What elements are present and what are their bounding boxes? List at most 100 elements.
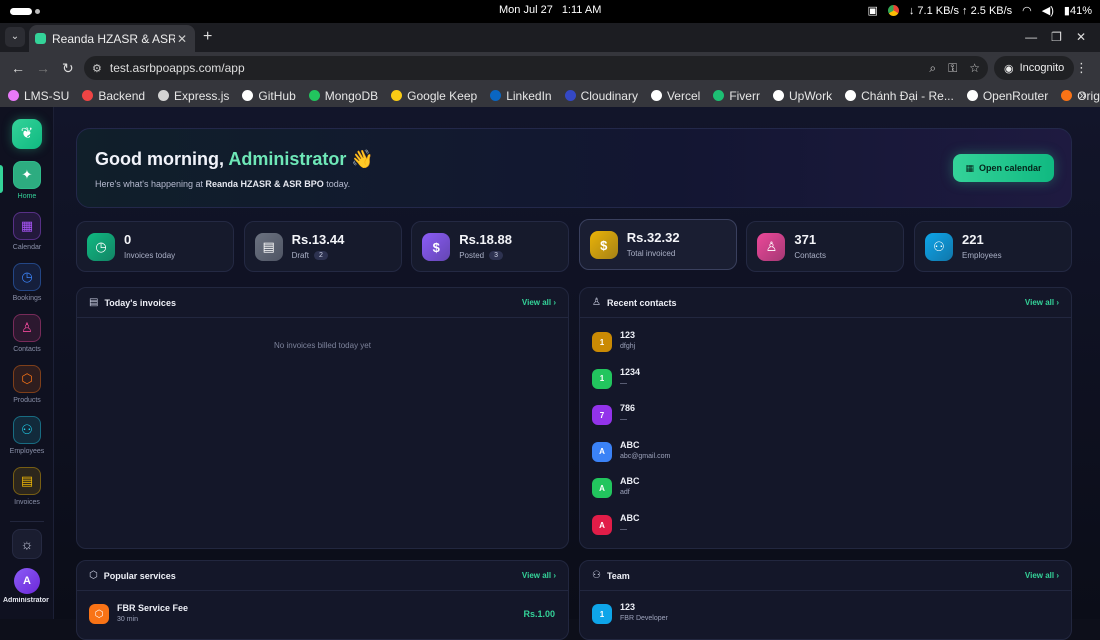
forward-arrow-icon[interactable]: → <box>36 60 50 76</box>
network-speed: ↓ 7.1 KB/s ↑ 2.5 KB/s <box>908 4 1013 17</box>
card-title: Today's invoices <box>104 297 176 308</box>
chrome-icon[interactable] <box>887 5 899 16</box>
incognito-badge[interactable]: ◉ Incognito <box>994 56 1075 80</box>
stat-card[interactable]: $ Rs.32.32 Total invoiced <box>578 219 737 270</box>
greeting-banner: Good morning, Administrator 👋 Here's wha… <box>76 128 1072 208</box>
stat-value: 221 <box>962 232 984 247</box>
list-item[interactable]: A ABC adf <box>592 476 1052 506</box>
bookmark-item[interactable]: Chánh Đại - Re... <box>845 89 954 103</box>
os-date: Mon Jul 27 <box>499 4 553 16</box>
os-time: 1:11 AM <box>561 4 602 16</box>
bookmark-favicon-icon <box>82 90 94 101</box>
tab-search-chevron-icon[interactable]: ⌄ <box>5 27 25 47</box>
battery-indicator[interactable]: ▮41% <box>1064 4 1092 17</box>
list-item[interactable]: A ABC — <box>592 513 1052 543</box>
sidebar-item-products[interactable]: ⬡ Products <box>0 365 54 411</box>
user-avatar[interactable]: A <box>14 568 40 594</box>
card-title: Team <box>606 570 630 581</box>
todays-invoices-card: ▤ Today's invoices View all › No invoice… <box>76 287 569 549</box>
sidebar-item-invoices[interactable]: ▤ Invoices <box>0 467 54 513</box>
list-item[interactable]: 1 123 FBR Developer <box>592 602 1052 632</box>
clipboard-icon[interactable]: ▣ <box>867 4 877 17</box>
company-name: Reanda HZASR & ASR BPO <box>205 179 324 189</box>
site-info-icon[interactable]: ⚙ <box>92 62 102 75</box>
sidebar-item-employees[interactable]: ⚇ Employees <box>0 416 54 462</box>
url-text[interactable]: test.asrbpoapps.com/app <box>110 61 929 75</box>
stat-card[interactable]: $ Rs.18.88 Posted 3 <box>411 221 570 272</box>
bookmark-item[interactable]: Fiverr <box>713 89 760 103</box>
stat-card[interactable]: ◷ 0 Invoices today <box>76 221 234 272</box>
bookmark-label: GitHub <box>258 88 296 103</box>
star-icon[interactable]: ☆ <box>969 61 980 76</box>
contact-name: 123 <box>620 330 636 340</box>
stat-card[interactable]: ▤ Rs.13.44 Draft 2 <box>243 221 402 272</box>
user-name[interactable]: Administrator <box>3 597 51 604</box>
bookmark-item[interactable]: GitHub <box>242 88 296 103</box>
bookmark-favicon-icon <box>8 90 19 101</box>
open-calendar-button[interactable]: ▦ Open calendar <box>953 154 1054 182</box>
card-header: ⚇ Team View all › <box>580 561 1071 591</box>
bookmark-item[interactable]: Express.js <box>158 89 229 103</box>
view-all-team-link[interactable]: View all › <box>1025 571 1059 580</box>
view-all-contacts-link[interactable]: View all › <box>1025 298 1059 307</box>
bookmark-item[interactable]: Vercel <box>650 89 700 103</box>
restore-icon[interactable]: ❐ <box>1051 30 1062 44</box>
sidebar-item-contacts[interactable]: ♙ Contacts <box>0 314 54 360</box>
recent-contacts-card: ♙ Recent contacts View all › 1 123 dfghj 1 1… <box>579 287 1072 549</box>
view-all-label: View all <box>521 298 552 307</box>
stat-card[interactable]: ♙ 371 Contacts <box>746 221 905 272</box>
window-controls: — ❐ ✕ <box>1025 30 1086 44</box>
key-icon[interactable]: ⚿ <box>948 61 957 76</box>
contact-avatar: 7 <box>592 405 612 426</box>
address-bar[interactable]: ⚙ test.asrbpoapps.com/app ⌕ ⚿ ☆ <box>84 56 988 80</box>
stat-value: Rs.13.44 <box>291 232 345 247</box>
bookmark-item[interactable]: Google Keep <box>391 89 477 103</box>
bookmark-item[interactable]: Backend <box>82 89 145 103</box>
list-item[interactable]: 1 1234 — <box>592 367 1052 397</box>
volume-icon[interactable]: ◀) <box>1042 4 1054 17</box>
clock-icon: ◷ <box>13 263 41 291</box>
view-all-invoices-link[interactable]: View all › <box>522 298 556 307</box>
bookmark-item[interactable]: LinkedIn <box>490 89 552 103</box>
bookmarks-overflow-icon[interactable]: » <box>1079 88 1086 102</box>
browser-menu-icon[interactable]: ⋮ <box>1075 60 1088 76</box>
open-calendar-label: Open calendar <box>978 163 1042 173</box>
zoom-icon[interactable]: ⌕ <box>929 61 936 76</box>
contact-name: ABC <box>620 439 640 450</box>
card-header: ♙ Recent contacts View all › <box>580 288 1071 318</box>
browser-tab-active[interactable]: Reanda HZASR & ASR BPO ✕ <box>29 25 195 52</box>
minimize-icon[interactable]: — <box>1025 30 1037 44</box>
reload-icon[interactable]: ↻ <box>62 60 74 77</box>
list-item[interactable]: ⬡ FBR Service Fee 30 min Rs.1.00 <box>89 602 555 624</box>
sidebar-item-home[interactable]: ✦ Home <box>0 161 54 207</box>
bookmark-item[interactable]: OpenRouter <box>966 89 1048 103</box>
bookmark-item[interactable]: MongoDB <box>308 89 378 103</box>
bookmark-item[interactable]: UpWork <box>772 89 832 103</box>
bookmark-item[interactable]: LMS-SU <box>8 89 69 103</box>
box-icon: ⬡ <box>13 365 41 393</box>
wifi-icon[interactable]: ◠ <box>1022 4 1032 17</box>
close-tab-icon[interactable]: ✕ <box>175 32 189 46</box>
users-icon: ⚇ <box>925 233 953 261</box>
workspace-indicator[interactable] <box>10 8 32 15</box>
list-item[interactable]: 7 786 — <box>592 403 1052 433</box>
box-icon: ⬡ <box>89 570 98 581</box>
theme-toggle-sun-icon[interactable]: ☼ <box>12 529 42 559</box>
list-item[interactable]: 1 123 dfghj <box>592 330 1052 360</box>
bookmark-favicon-icon <box>966 90 978 101</box>
empty-state-text: No invoices billed today yet <box>274 341 371 350</box>
bookmark-item[interactable]: Cloudinary <box>564 89 638 103</box>
close-window-icon[interactable]: ✕ <box>1076 30 1086 44</box>
sidebar-item-calendar[interactable]: ▦ Calendar <box>0 212 54 258</box>
app-logo-leaf-icon[interactable]: ❦ <box>12 119 42 149</box>
sidebar-item-bookings[interactable]: ◷ Bookings <box>0 263 54 309</box>
workspace-dot[interactable] <box>35 9 40 14</box>
sidebar: ❦ ✦ Home ▦ Calendar ◷ Bookings ♙ Contacts ⬡ Produ… <box>0 107 54 619</box>
new-tab-plus-icon[interactable]: + <box>203 28 212 46</box>
bookmark-label: Express.js <box>174 88 230 103</box>
os-clock[interactable]: Mon Jul 27 1:11 AM <box>499 4 610 16</box>
stat-card[interactable]: ⚇ 221 Employees <box>914 221 1072 272</box>
list-item[interactable]: A ABC abc@gmail.com <box>592 440 1052 470</box>
back-arrow-icon[interactable]: ← <box>11 60 25 76</box>
view-all-services-link[interactable]: View all › <box>522 571 556 580</box>
